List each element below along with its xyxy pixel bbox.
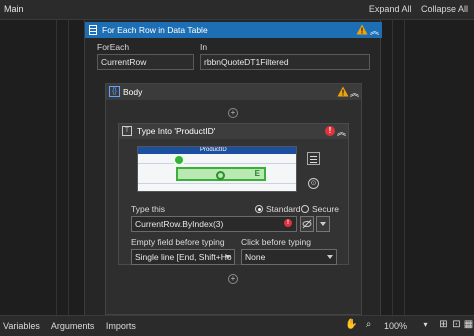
body-icon: {} (109, 86, 120, 97)
target-marker: E (254, 169, 260, 178)
arguments-tab[interactable]: Arguments (51, 321, 95, 331)
zoom-dropdown-icon[interactable]: ▾ (420, 319, 431, 330)
imports-tab[interactable]: Imports (106, 321, 136, 331)
click-before-label: Click before typing (241, 237, 311, 247)
in-label: In (200, 42, 208, 52)
text-to-type-input[interactable]: CurrentRow.ByIndex(3) (131, 216, 297, 232)
breadcrumb-title: Main (4, 4, 24, 14)
click-before-select[interactable]: None (241, 249, 337, 265)
empty-field-label: Empty field before typing (131, 237, 225, 247)
menu-icon[interactable] (307, 152, 320, 165)
expand-icon[interactable]: ⊡ (451, 319, 462, 330)
empty-field-select[interactable]: Single line [End, Shift+Ho (131, 249, 235, 265)
nesting-guide-line (68, 20, 69, 315)
dropdown-icon (225, 255, 231, 259)
collapse-chevron-icon[interactable]: ︽ (350, 86, 359, 99)
nesting-guide-line (392, 20, 393, 315)
empty-field-value: Single line [End, Shift+Ho (135, 252, 232, 262)
nesting-guide-line (404, 20, 405, 315)
collapse-chevron-icon[interactable]: ︽ (370, 24, 379, 37)
foreach-label: ForEach (97, 42, 130, 52)
type-into-header[interactable]: T Type Into 'ProductID' ! ︽ (119, 124, 348, 139)
warning-icon[interactable] (356, 24, 368, 35)
click-before-value: None (245, 252, 266, 262)
for-each-row-header[interactable]: For Each Row in Data Table ︽ (85, 22, 382, 38)
collapse-all-link[interactable]: Collapse All (421, 4, 468, 14)
collapse-chevron-icon[interactable]: ︽ (337, 125, 346, 138)
add-activity-plus-icon[interactable]: + (228, 274, 238, 284)
body-header[interactable]: {} Body ︽ (106, 84, 361, 100)
type-into-activity[interactable]: T Type Into 'ProductID' ! ︽ ProductID E (118, 123, 349, 265)
type-into-icon: T (122, 126, 132, 136)
in-datatable-field[interactable]: rbbnQuoteDT1Filtered (200, 54, 370, 70)
fit-icon[interactable]: ⊞ (438, 319, 449, 330)
target-icon (216, 171, 225, 180)
variables-tab[interactable]: Variables (3, 321, 40, 331)
body-title: Body (123, 87, 143, 97)
type-into-title: Type Into 'ProductID' (137, 126, 216, 136)
target-element-highlight: E (176, 167, 266, 181)
dropdown-icon (320, 222, 326, 226)
designer-footer: Variables Arguments Imports ✋ ⌕ 100% ▾ ⊞… (0, 315, 474, 336)
dropdown-icon (327, 255, 333, 259)
type-this-label: Type this (131, 204, 166, 214)
warning-icon[interactable] (337, 86, 349, 97)
overview-icon[interactable]: ▦ (463, 319, 474, 330)
standard-radio[interactable] (255, 205, 263, 213)
foreach-variable-field[interactable]: CurrentRow (97, 54, 194, 70)
error-icon[interactable]: ! (325, 126, 335, 136)
secure-toggle-icon[interactable] (300, 216, 314, 232)
footer-tabs: Variables Arguments Imports (3, 321, 145, 331)
expand-all-link[interactable]: Expand All (369, 4, 412, 14)
preview-column-header: ProductID (138, 147, 296, 154)
add-activity-plus-icon[interactable]: + (228, 108, 238, 118)
foreach-icon (89, 25, 97, 35)
options-dropdown-button[interactable] (316, 216, 330, 232)
preview-row-line (138, 183, 296, 184)
designer-header: Main Expand All Collapse All (0, 0, 474, 20)
zoom-icon[interactable]: ⌕ (363, 319, 374, 330)
nesting-guide-line (56, 20, 57, 315)
for-each-row-title: For Each Row in Data Table (102, 25, 208, 35)
hand-icon[interactable]: ✋ (345, 319, 357, 330)
expand-collapse-links: Expand All Collapse All (362, 4, 468, 14)
anchor-icon (173, 154, 185, 166)
scope-icon[interactable]: ⊙ (308, 178, 319, 189)
target-screenshot-preview[interactable]: ProductID E (137, 146, 297, 192)
for-each-row-activity[interactable]: For Each Row in Data Table ︽ ForEach Cur… (84, 20, 382, 315)
error-icon: ! (284, 219, 292, 227)
body-sequence[interactable]: {} Body ︽ + T Type Into 'ProductID' ! ︽ (105, 83, 362, 315)
designer-canvas[interactable]: For Each Row in Data Table ︽ ForEach Cur… (0, 20, 474, 315)
zoom-level[interactable]: 100% (384, 321, 407, 331)
preview-row-line (138, 163, 296, 164)
secure-radio[interactable] (301, 205, 309, 213)
secure-radio-label: Secure (312, 204, 339, 214)
standard-radio-label: Standard (266, 204, 301, 214)
preview-header-text: ProductID (200, 147, 227, 153)
